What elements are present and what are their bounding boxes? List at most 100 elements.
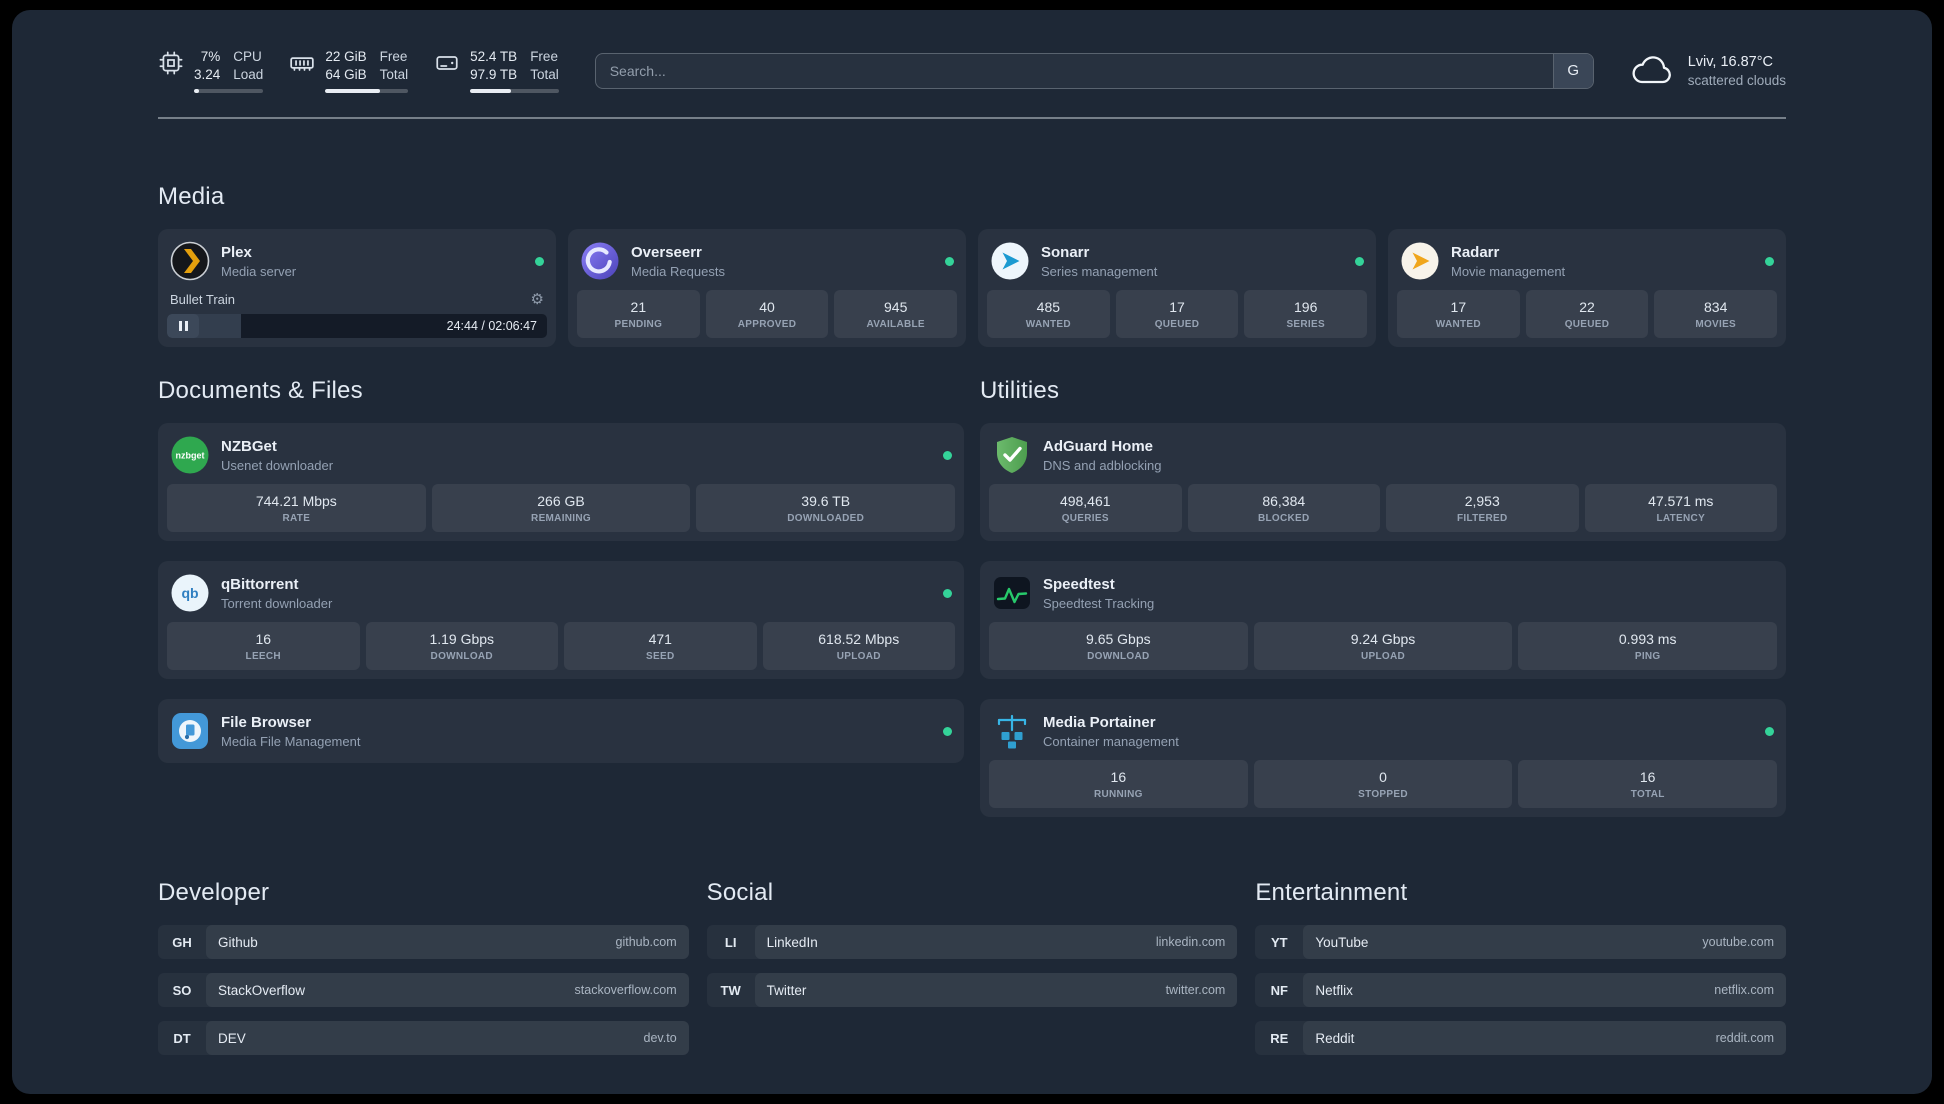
stat-wanted: 485 WANTED [987, 290, 1110, 339]
bookmark-url: reddit.com [1715, 1031, 1774, 1046]
disk-icon [434, 50, 460, 76]
stat-label: SERIES [1286, 319, 1325, 331]
bookmark-twitter[interactable]: TW Twitter twitter.com [706, 973, 1238, 1008]
radarr-header[interactable]: Radarr Movie management [1397, 238, 1777, 290]
stat-latency: 47.571 ms LATENCY [1584, 484, 1777, 533]
bookmark-reddit[interactable]: RE Reddit reddit.com [1255, 1021, 1786, 1056]
entertainment-section: Entertainment YT YouTube youtube.com NF … [1255, 879, 1786, 1069]
radarr-card: Radarr Movie management 17 WANTED 22 QUE… [1388, 229, 1786, 348]
stat-value: 9.24 Gbps [1350, 631, 1416, 648]
stat-label: PENDING [614, 319, 663, 331]
speedtest-header[interactable]: Speedtest Speedtest Tracking [989, 570, 1777, 622]
bookmark-name: Twitter [766, 982, 807, 998]
qbittorrent-header[interactable]: qb qBittorrent Torrent downloader [167, 570, 955, 622]
portainer-card: Media Portainer Container management 16 … [980, 699, 1786, 818]
stat-label: QUEUED [1154, 319, 1200, 331]
stat-value: 945 [884, 299, 908, 316]
service-name: Radarr [1451, 243, 1500, 261]
disk-total-value: 97.9 TB [470, 67, 518, 83]
portainer-icon [992, 711, 1032, 751]
bookmark-abbr: LI [724, 934, 737, 950]
search-provider-button[interactable]: G [1552, 53, 1593, 88]
status-dot [943, 726, 952, 736]
stat-value: 16 [1639, 769, 1656, 786]
filebrowser-header[interactable]: File Browser Media File Management [167, 708, 955, 754]
plex-card: Plex Media server Bullet Train ⚙ 24:44 /… [158, 229, 556, 348]
stat-label: PING [1634, 651, 1661, 663]
stat-downloaded: 39.6 TB DOWNLOADED [696, 484, 956, 533]
service-name: AdGuard Home [1043, 437, 1154, 455]
service-description: Usenet downloader [221, 457, 334, 473]
memory-total-value: 64 GiB [325, 67, 367, 83]
stat-upload: 618.52 Mbps UPLOAD [762, 622, 955, 671]
bookmark-name: Github [218, 934, 258, 950]
cpu-usage-value: 7% [200, 49, 221, 64]
top-bar: 7% 3.24 CPU Load 22 GiB 64 GiB Free Tota… [158, 10, 1786, 94]
stat-label: DOWNLOAD [430, 651, 493, 663]
bookmark-name: YouTube [1315, 934, 1369, 950]
cpu-progress-fill [194, 89, 199, 94]
weather-location: Lviv, 16.87°C [1687, 53, 1774, 70]
bookmark-name: DEV [218, 1030, 246, 1046]
stat-label: WANTED [1435, 319, 1481, 331]
service-name: Overseerr [631, 243, 702, 261]
stat-seed: 471 SEED [564, 622, 757, 671]
qbittorrent-icon: qb [170, 573, 210, 613]
status-dot [943, 450, 952, 460]
service-description: Media File Management [221, 733, 361, 749]
gear-icon[interactable]: ⚙ [531, 290, 544, 308]
service-name: Sonarr [1041, 243, 1090, 261]
nzbget-card: nzbget NZBGet Usenet downloader 744.21 M… [158, 423, 964, 542]
stat-label: AVAILABLE [866, 319, 925, 331]
nzbget-header[interactable]: nzbget NZBGet Usenet downloader [167, 432, 955, 484]
bookmark-github[interactable]: GH Github github.com [158, 925, 689, 960]
stat-label: QUERIES [1061, 513, 1109, 525]
stat-download: 1.19 Gbps DOWNLOAD [365, 622, 558, 671]
bookmark-youtube[interactable]: YT YouTube youtube.com [1255, 925, 1786, 960]
status-dot [535, 256, 544, 266]
service-description: Torrent downloader [221, 595, 333, 611]
bookmark-netflix[interactable]: NF Netflix netflix.com [1255, 973, 1786, 1008]
stat-label: UPLOAD [1360, 651, 1406, 663]
social-section: Social LI LinkedIn linkedin.com TW Twitt… [706, 879, 1238, 1069]
pause-button[interactable] [167, 314, 199, 339]
overseerr-header[interactable]: Overseerr Media Requests [577, 238, 957, 290]
stat-label: BLOCKED [1257, 513, 1310, 525]
bookmark-stackoverflow[interactable]: SO StackOverflow stackoverflow.com [158, 973, 689, 1008]
overseerr-icon [580, 241, 620, 281]
stat-queued: 22 QUEUED [1525, 290, 1649, 339]
stat-value: 86,384 [1262, 493, 1306, 510]
adguard-card: AdGuard Home DNS and adblocking 498,461 … [980, 423, 1786, 542]
stat-filtered: 2,953 FILTERED [1386, 484, 1579, 533]
stat-leech: 16 LEECH [167, 622, 360, 671]
svg-text:qb: qb [181, 585, 198, 601]
plex-header[interactable]: Plex Media server [167, 238, 547, 290]
stat-approved: 40 APPROVED [705, 290, 829, 339]
service-name: Speedtest [1043, 575, 1115, 593]
cloud-icon [1630, 54, 1676, 88]
playback-progress-bar[interactable]: 24:44 / 02:06:47 [167, 314, 547, 339]
bookmark-url: youtube.com [1702, 935, 1774, 950]
portainer-header[interactable]: Media Portainer Container management [989, 708, 1777, 760]
stat-value: 17 [1450, 299, 1467, 316]
bookmark-url: linkedin.com [1155, 935, 1226, 950]
adguard-header[interactable]: AdGuard Home DNS and adblocking [989, 432, 1777, 484]
disk-progress-fill [470, 89, 511, 94]
bookmark-dev[interactable]: DT DEV dev.to [158, 1021, 689, 1056]
stat-value: 0 [1379, 769, 1387, 786]
search-input[interactable] [595, 53, 1553, 88]
memory-progress-fill [325, 89, 380, 94]
stat-pending: 21 PENDING [577, 290, 700, 339]
bookmark-linkedin[interactable]: LI LinkedIn linkedin.com [706, 925, 1238, 960]
section-title-media: Media [158, 183, 225, 211]
memory-total-label: Total [379, 67, 409, 83]
stat-remaining: 266 GB REMAINING [431, 484, 691, 533]
stat-value: 744.21 Mbps [255, 493, 337, 510]
stat-value: 16 [1110, 769, 1127, 786]
sonarr-header[interactable]: Sonarr Series management [987, 238, 1367, 290]
now-playing-title: Bullet Train [170, 291, 236, 307]
stat-value: 471 [648, 631, 672, 648]
service-description: Movie management [1451, 263, 1566, 279]
memory-widget: 22 GiB 64 GiB Free Total [289, 48, 409, 94]
stat-label: LATENCY [1656, 513, 1706, 525]
